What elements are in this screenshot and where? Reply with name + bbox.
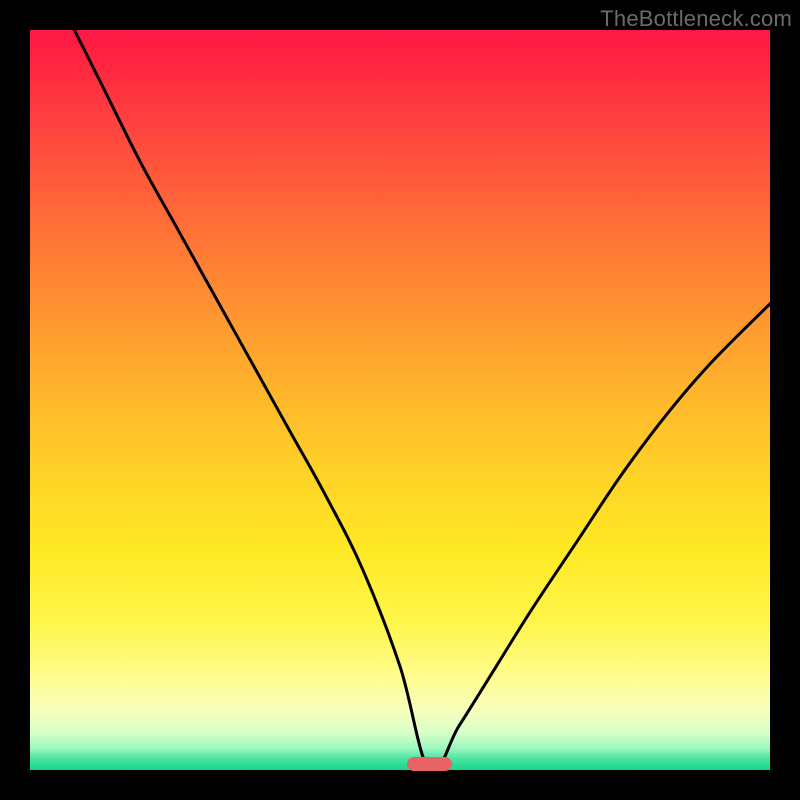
chart-frame: TheBottleneck.com xyxy=(0,0,800,800)
curve-svg xyxy=(30,30,770,770)
watermark-text: TheBottleneck.com xyxy=(600,6,792,32)
plot-area xyxy=(30,30,770,770)
minimum-marker xyxy=(407,757,451,771)
bottleneck-curve-path xyxy=(74,30,770,770)
